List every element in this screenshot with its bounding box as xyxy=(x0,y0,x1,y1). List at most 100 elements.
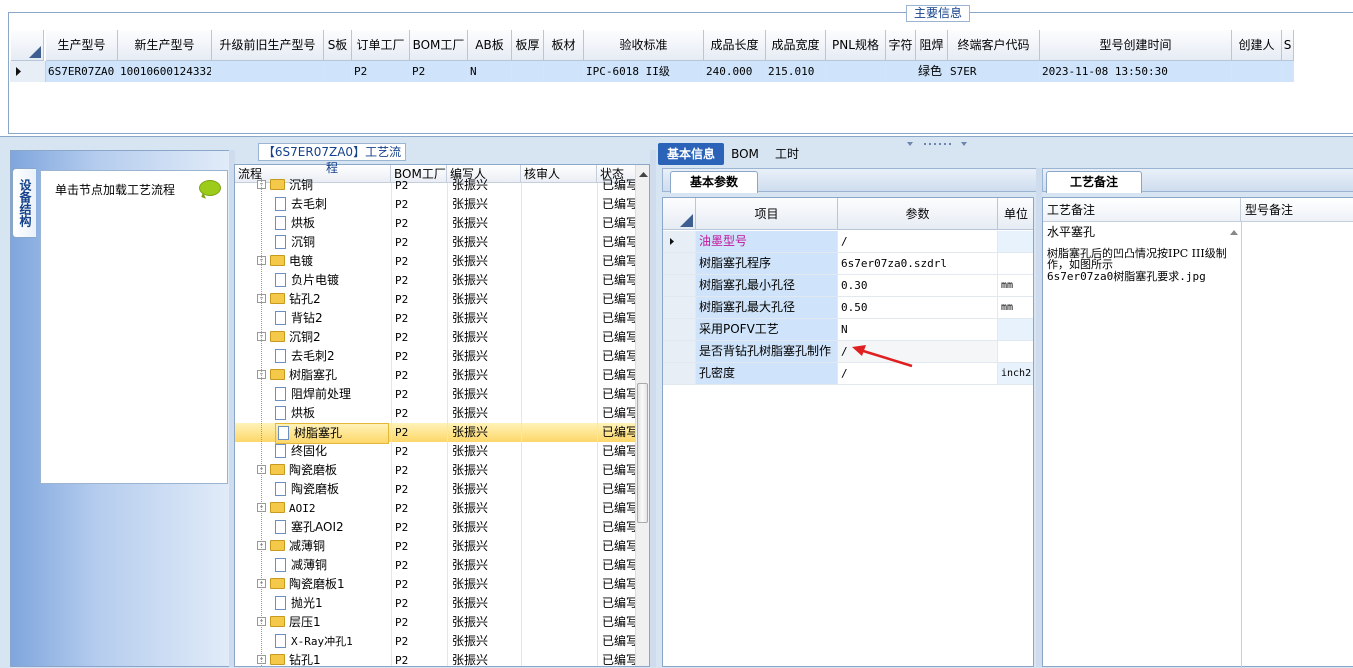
param-row-indicator[interactable] xyxy=(663,253,696,274)
param-col-header-1[interactable]: 项目 xyxy=(696,198,838,230)
param-value[interactable]: N xyxy=(838,319,998,340)
main-cell-7[interactable] xyxy=(512,61,544,82)
tree-row[interactable]: 陶瓷磨板 P2 张振兴 已编写 xyxy=(235,480,636,499)
col-header-6[interactable]: AB板 xyxy=(468,30,512,61)
param-value[interactable]: 0.30 xyxy=(838,275,998,296)
col-header-8[interactable]: 板材 xyxy=(544,30,584,61)
tree-row[interactable]: 终固化 P2 张振兴 已编写 xyxy=(235,442,636,461)
tree-row[interactable]: 烘板 P2 张振兴 已编写 xyxy=(235,404,636,423)
param-row-indicator[interactable] xyxy=(663,297,696,318)
col-header-11[interactable]: 成品宽度 xyxy=(766,30,826,61)
param-row[interactable]: 是否背钻孔树脂塞孔制作 / xyxy=(663,341,1033,363)
tree-row[interactable]: 沉铜 P2 张振兴 已编写 xyxy=(235,233,636,252)
tab-device-structure[interactable]: 设备结构 xyxy=(12,168,36,238)
col-header-4[interactable]: 订单工厂 xyxy=(352,30,410,61)
main-cell-17[interactable] xyxy=(1232,61,1282,82)
col-header-15[interactable]: 终端客户代码 xyxy=(948,30,1040,61)
col-header-0[interactable]: 生产型号 xyxy=(46,30,118,61)
param-row[interactable]: 树脂塞孔最大孔径 0.50 mm xyxy=(663,297,1033,319)
param-row-indicator[interactable] xyxy=(663,341,696,362)
tree-row[interactable]: - 沉铜2 P2 张振兴 已编写 xyxy=(235,328,636,347)
tree-row[interactable]: 树脂塞孔 P2 张振兴 已编写 xyxy=(235,423,636,444)
param-value[interactable]: 6s7er07za0.szdrl xyxy=(838,253,998,274)
tree-row[interactable]: 减薄铜 P2 张振兴 已编写 xyxy=(235,556,636,575)
main-cell-16[interactable]: 2023-11-08 13:50:30 xyxy=(1040,61,1232,82)
col-header-13[interactable]: 字符 xyxy=(886,30,916,61)
tree-row[interactable]: 负片电镀 P2 张振兴 已编写 xyxy=(235,271,636,290)
param-row[interactable]: 树脂塞孔最小孔径 0.30 mm xyxy=(663,275,1033,297)
param-value[interactable]: / xyxy=(838,231,998,252)
main-cell-0[interactable]: 6S7ER07ZA0 xyxy=(46,61,118,82)
tree-row[interactable]: - 减薄铜 P2 张振兴 已编写 xyxy=(235,537,636,556)
top-splitter-grip[interactable] xyxy=(904,136,970,146)
tree-row[interactable]: - 电镀 P2 张振兴 已编写 xyxy=(235,252,636,271)
main-cell-9[interactable]: IPC-6018 II级 xyxy=(584,61,704,82)
col-header-14[interactable]: 阻焊 xyxy=(916,30,948,61)
param-col-header-3[interactable]: 单位 xyxy=(998,198,1033,230)
col-header-5[interactable]: BOM工厂 xyxy=(410,30,468,61)
param-value[interactable]: 0.50 xyxy=(838,297,998,318)
tree-row[interactable]: 阻焊前处理 P2 张振兴 已编写 xyxy=(235,385,636,404)
main-cell-1[interactable]: 10010600124332 xyxy=(118,61,212,82)
note-scroll-up-icon[interactable] xyxy=(1229,228,1239,236)
col-header-18[interactable]: S xyxy=(1282,30,1294,61)
tree-scroll-thumb[interactable] xyxy=(637,383,648,523)
col-header-2[interactable]: 升级前旧生产型号 xyxy=(212,30,324,61)
param-row-indicator[interactable] xyxy=(663,231,696,252)
process-note-textarea[interactable]: 水平塞孔 树脂塞孔后的凹凸情况按IPC III级制作，如图所示 6s7er07z… xyxy=(1047,224,1233,283)
main-cell-11[interactable]: 215.010 xyxy=(766,61,826,82)
tree-row[interactable]: 塞孔AOI2 P2 张振兴 已编写 xyxy=(235,518,636,537)
tree-row[interactable]: - 钻孔1 P2 张振兴 已编写 xyxy=(235,651,636,666)
tree-row[interactable]: 抛光1 P2 张振兴 已编写 xyxy=(235,594,636,613)
main-cell-5[interactable]: P2 xyxy=(410,61,468,82)
tree-row[interactable]: - 层压1 P2 张振兴 已编写 xyxy=(235,613,636,632)
col-header-7[interactable]: 板厚 xyxy=(512,30,544,61)
scroll-up-icon[interactable] xyxy=(636,167,650,181)
main-cell-6[interactable]: N xyxy=(468,61,512,82)
tree-row[interactable]: 背钻2 P2 张振兴 已编写 xyxy=(235,309,636,328)
param-row-indicator[interactable] xyxy=(663,363,696,384)
col-header-3[interactable]: S板 xyxy=(324,30,352,61)
row-indicator[interactable] xyxy=(10,61,46,82)
tree-row[interactable]: - 钻孔2 P2 张振兴 已编写 xyxy=(235,290,636,309)
main-cell-18[interactable] xyxy=(1282,61,1294,82)
main-cell-4[interactable]: P2 xyxy=(352,61,410,82)
col-header-16[interactable]: 型号创建时间 xyxy=(1040,30,1232,61)
tree-row[interactable]: 去毛刺 P2 张振兴 已编写 xyxy=(235,195,636,214)
tree-row[interactable]: - 树脂塞孔 P2 张振兴 已编写 xyxy=(235,366,636,385)
tree-row[interactable]: - AOI2 P2 张振兴 已编写 xyxy=(235,499,636,518)
tab-basic-info[interactable]: 基本信息 xyxy=(658,143,724,165)
middle-splitter[interactable] xyxy=(650,150,656,667)
col-header-17[interactable]: 创建人 xyxy=(1232,30,1282,61)
tree-row[interactable]: 烘板 P2 张振兴 已编写 xyxy=(235,214,636,233)
param-row[interactable]: 孔密度 / inch2 xyxy=(663,363,1033,385)
col-header-10[interactable]: 成品长度 xyxy=(704,30,766,61)
main-cell-13[interactable] xyxy=(886,61,916,82)
param-row-indicator[interactable] xyxy=(663,275,696,296)
main-cell-15[interactable]: S7ER xyxy=(948,61,1040,82)
param-col-header-2[interactable]: 参数 xyxy=(838,198,998,230)
main-cell-10[interactable]: 240.000 xyxy=(704,61,766,82)
tab-work-hours[interactable]: 工时 xyxy=(768,143,806,165)
tab-basic-params[interactable]: 基本参数 xyxy=(670,171,758,193)
col-header-12[interactable]: PNL规格 xyxy=(826,30,886,61)
main-cell-12[interactable] xyxy=(826,61,886,82)
param-row[interactable]: 油墨型号 / xyxy=(663,231,1033,253)
tree-row[interactable]: X-Ray冲孔1 P2 张振兴 已编写 xyxy=(235,632,636,651)
tab-process-notes[interactable]: 工艺备注 xyxy=(1046,171,1142,193)
param-row-indicator[interactable] xyxy=(663,319,696,340)
main-cell-14[interactable]: 绿色 xyxy=(916,61,948,82)
tree-row[interactable]: - 陶瓷磨板1 P2 张振兴 已编写 xyxy=(235,575,636,594)
col-header-9[interactable]: 验收标准 xyxy=(584,30,704,61)
main-cell-2[interactable] xyxy=(212,61,324,82)
main-cell-8[interactable] xyxy=(544,61,584,82)
tab-bom[interactable]: BOM xyxy=(728,143,762,165)
param-row[interactable]: 树脂塞孔程序 6s7er07za0.szdrl xyxy=(663,253,1033,275)
param-col-header-0[interactable] xyxy=(663,198,696,230)
col-header-1[interactable]: 新生产型号 xyxy=(118,30,212,61)
main-cell-3[interactable] xyxy=(324,61,352,82)
tree-row[interactable]: 去毛刺2 P2 张振兴 已编写 xyxy=(235,347,636,366)
tree-row[interactable]: - 陶瓷磨板 P2 张振兴 已编写 xyxy=(235,461,636,480)
tree-row[interactable]: - 沉铜 P2 张振兴 已编写 xyxy=(235,176,636,195)
param-row[interactable]: 采用POFV工艺 N xyxy=(663,319,1033,341)
